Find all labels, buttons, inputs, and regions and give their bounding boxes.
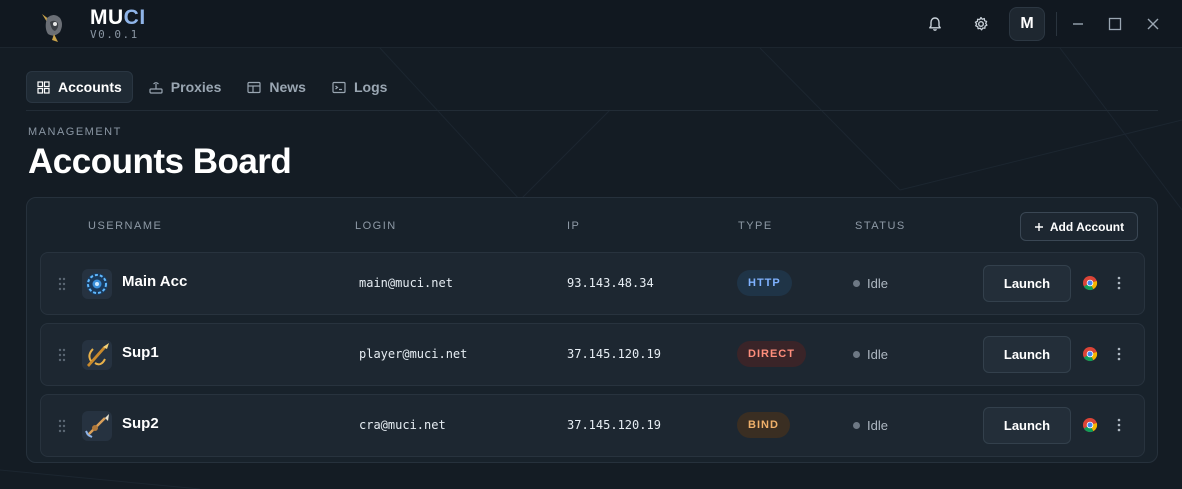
status-dot: [853, 280, 860, 287]
status-indicator: Idle: [853, 347, 888, 362]
status-text: Idle: [867, 276, 888, 291]
plus-icon: [1034, 222, 1043, 231]
add-account-button[interactable]: Add Account: [1020, 212, 1138, 241]
row-menu-button[interactable]: [1112, 346, 1126, 362]
more-vertical-icon: [1117, 347, 1121, 361]
launch-button[interactable]: Launch: [983, 407, 1071, 444]
account-ip: 93.143.48.34: [567, 276, 654, 290]
tab-label: News: [269, 79, 306, 95]
status-dot: [853, 351, 860, 358]
user-avatar-button[interactable]: M: [1009, 7, 1045, 41]
more-vertical-icon: [1117, 418, 1121, 432]
chrome-icon[interactable]: [1082, 346, 1098, 362]
column-header-status: STATUS: [855, 220, 906, 232]
main-nav: Accounts Proxies News Logs: [26, 71, 397, 103]
account-avatar: [82, 269, 112, 299]
accounts-table: USERNAME LOGIN IP TYPE STATUS Add Accoun…: [26, 197, 1158, 463]
type-badge: HTTP: [737, 270, 792, 296]
newspaper-icon: [247, 81, 261, 93]
app-name: MUCI: [90, 6, 146, 29]
column-header-login: LOGIN: [355, 220, 397, 232]
minimize-icon: [1073, 23, 1083, 25]
grid-icon: [37, 80, 50, 94]
maximize-button[interactable]: [1103, 12, 1127, 36]
column-header-ip: IP: [567, 220, 581, 232]
table-row[interactable]: Sup2 cra@muci.net 37.145.120.19 BIND Idl…: [40, 394, 1145, 457]
tab-news[interactable]: News: [237, 71, 316, 103]
type-badge: DIRECT: [737, 341, 806, 367]
row-menu-button[interactable]: [1112, 417, 1126, 433]
tab-label: Logs: [353, 79, 388, 95]
tab-label: Proxies: [170, 79, 222, 95]
gear-icon: [974, 16, 988, 31]
type-badge: BIND: [737, 412, 790, 438]
chrome-icon[interactable]: [1082, 417, 1098, 433]
drag-handle-icon[interactable]: [58, 419, 66, 433]
add-account-label: Add Account: [1049, 219, 1125, 234]
account-avatar: [82, 411, 112, 441]
tab-label: Accounts: [58, 79, 122, 95]
tabs-divider: [26, 110, 1158, 111]
column-header-type: TYPE: [738, 220, 773, 232]
minimize-button[interactable]: [1066, 12, 1090, 36]
close-button[interactable]: [1141, 12, 1165, 36]
bow-avatar-icon: [87, 343, 109, 367]
app-logo: [42, 14, 62, 42]
settings-button[interactable]: [967, 10, 995, 38]
drag-handle-icon[interactable]: [58, 348, 66, 362]
rune-avatar-icon: [86, 273, 108, 295]
launch-button[interactable]: Launch: [983, 265, 1071, 302]
status-dot: [853, 422, 860, 429]
account-username: Main Acc: [122, 273, 188, 290]
drag-handle-icon[interactable]: [58, 277, 66, 291]
tab-logs[interactable]: Logs: [322, 71, 397, 103]
notifications-button[interactable]: [921, 10, 949, 38]
account-login: player@muci.net: [359, 347, 468, 361]
table-row[interactable]: Main Acc main@muci.net 93.143.48.34 HTTP…: [40, 252, 1145, 315]
app-version: V0.0.1: [90, 28, 139, 41]
section-label: MANAGEMENT: [28, 126, 122, 138]
column-header-username: USERNAME: [88, 220, 163, 232]
arrow-avatar-icon: [85, 414, 109, 438]
more-vertical-icon: [1117, 276, 1121, 290]
account-avatar: [82, 340, 112, 370]
status-text: Idle: [867, 347, 888, 362]
row-menu-button[interactable]: [1112, 275, 1126, 291]
terminal-icon: [332, 81, 346, 93]
maximize-icon: [1108, 17, 1122, 31]
account-login: cra@muci.net: [359, 418, 446, 432]
tab-accounts[interactable]: Accounts: [26, 71, 133, 103]
router-icon: [149, 81, 163, 94]
launch-button[interactable]: Launch: [983, 336, 1071, 373]
account-username: Sup1: [122, 344, 159, 361]
account-ip: 37.145.120.19: [567, 418, 661, 432]
titlebar-separator: [1056, 12, 1057, 36]
chrome-icon[interactable]: [1082, 275, 1098, 291]
status-indicator: Idle: [853, 276, 888, 291]
table-row[interactable]: Sup1 player@muci.net 37.145.120.19 DIREC…: [40, 323, 1145, 386]
account-ip: 37.145.120.19: [567, 347, 661, 361]
status-indicator: Idle: [853, 418, 888, 433]
title-bar[interactable]: MUCI V0.0.1 M: [0, 0, 1182, 48]
account-username: Sup2: [122, 415, 159, 432]
status-text: Idle: [867, 418, 888, 433]
page-title: Accounts Board: [28, 142, 292, 181]
bell-icon: [929, 17, 941, 31]
account-login: main@muci.net: [359, 276, 453, 290]
close-icon: [1147, 18, 1159, 30]
tab-proxies[interactable]: Proxies: [139, 71, 232, 103]
